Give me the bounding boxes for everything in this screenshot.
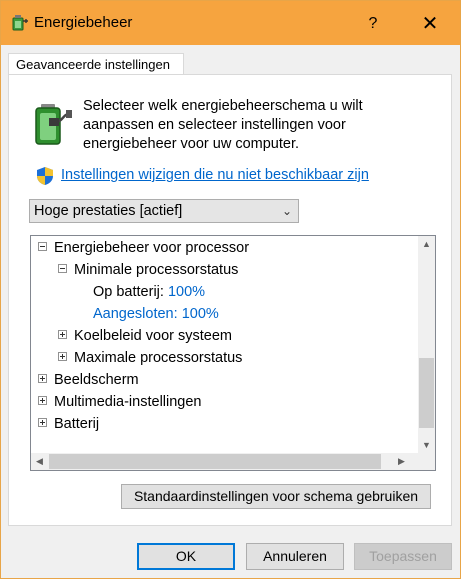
uac-shield-icon xyxy=(37,167,53,185)
on-battery-value[interactable]: 100% xyxy=(168,284,205,300)
power-plan-select-value: Hoge prestaties [actief] xyxy=(34,203,183,219)
expand-icon[interactable] xyxy=(38,418,47,428)
tree-item-label: Batterij xyxy=(54,416,100,432)
scroll-left-icon[interactable]: ◀ xyxy=(31,453,48,470)
tree-item-label: Minimale processorstatus xyxy=(74,262,239,278)
tree-item-label: Beeldscherm xyxy=(54,372,139,388)
tree-item-label: Multimedia-instellingen xyxy=(54,394,202,410)
expand-icon[interactable] xyxy=(58,352,67,362)
plugged-in-value[interactable]: 100% xyxy=(182,306,219,322)
tree-item-system-cooling[interactable]: Koelbeleid voor systeem xyxy=(58,326,232,346)
advanced-settings-panel: Selecteer welk energiebeheerschema u wil… xyxy=(8,74,452,526)
intro-text: Selecteer welk energiebeheerschema u wil… xyxy=(83,98,363,152)
tree-item-on-battery[interactable]: Op batterij: 100% xyxy=(93,282,205,302)
title-bar[interactable]: Energiebeheer ? ✕ xyxy=(1,1,460,45)
tree-item-label: Energiebeheer voor processor xyxy=(54,240,250,256)
tree-item-label: Koelbeleid voor systeem xyxy=(74,328,232,344)
window-title: Energiebeheer xyxy=(34,14,133,31)
cancel-button[interactable]: Annuleren xyxy=(246,543,344,570)
close-button[interactable]: ✕ xyxy=(413,9,447,39)
vertical-scrollbar[interactable]: ▲ ▼ xyxy=(418,236,435,454)
expand-icon[interactable] xyxy=(58,330,67,340)
tree-item-display[interactable]: Beeldscherm xyxy=(38,370,139,390)
battery-plug-icon xyxy=(35,104,72,145)
apply-button[interactable]: Toepassen xyxy=(354,543,452,570)
change-unavailable-settings-link[interactable]: Instellingen wijzigen die nu niet beschi… xyxy=(61,167,369,183)
ok-button[interactable]: OK xyxy=(137,543,235,570)
collapse-icon[interactable] xyxy=(58,264,67,274)
tree-item-min-processor-state[interactable]: Minimale processorstatus xyxy=(58,260,238,280)
scroll-right-icon[interactable]: ▶ xyxy=(393,453,410,470)
help-button[interactable]: ? xyxy=(360,11,386,37)
scroll-up-icon[interactable]: ▲ xyxy=(418,236,435,253)
collapse-icon[interactable] xyxy=(38,242,47,252)
expand-icon[interactable] xyxy=(38,396,47,406)
horizontal-scroll-thumb[interactable] xyxy=(49,454,381,469)
power-options-dialog: Energiebeheer ? ✕ Geavanceerde instellin… xyxy=(0,0,461,579)
power-plan-select[interactable]: Hoge prestaties [actief] ⌄ xyxy=(29,199,299,223)
tree-item-max-processor-state[interactable]: Maximale processorstatus xyxy=(58,348,242,368)
tree-item-label: Maximale processorstatus xyxy=(74,350,243,366)
tree-item-battery[interactable]: Batterij xyxy=(38,414,99,434)
power-options-icon xyxy=(12,15,28,31)
tree-item-processor-power[interactable]: Energiebeheer voor processor xyxy=(38,238,249,258)
chevron-down-icon: ⌄ xyxy=(281,204,292,218)
tree-item-multimedia[interactable]: Multimedia-instellingen xyxy=(38,392,202,412)
tab-advanced-settings[interactable]: Geavanceerde instellingen xyxy=(8,53,184,75)
tree-item-plugged-in[interactable]: Aangesloten: 100% xyxy=(93,304,219,324)
on-battery-label: Op batterij: xyxy=(93,284,164,300)
restore-defaults-button[interactable]: Standaardinstellingen voor schema gebrui… xyxy=(121,484,431,509)
horizontal-scrollbar[interactable]: ◀ ▶ xyxy=(31,453,418,470)
expand-icon[interactable] xyxy=(38,374,47,384)
scrollbar-corner xyxy=(418,453,435,470)
plugged-in-label: Aangesloten: xyxy=(93,306,178,322)
vertical-scroll-thumb[interactable] xyxy=(419,358,434,428)
settings-tree[interactable]: Energiebeheer voor processor Minimale pr… xyxy=(30,235,436,471)
scroll-down-icon[interactable]: ▼ xyxy=(418,437,435,454)
